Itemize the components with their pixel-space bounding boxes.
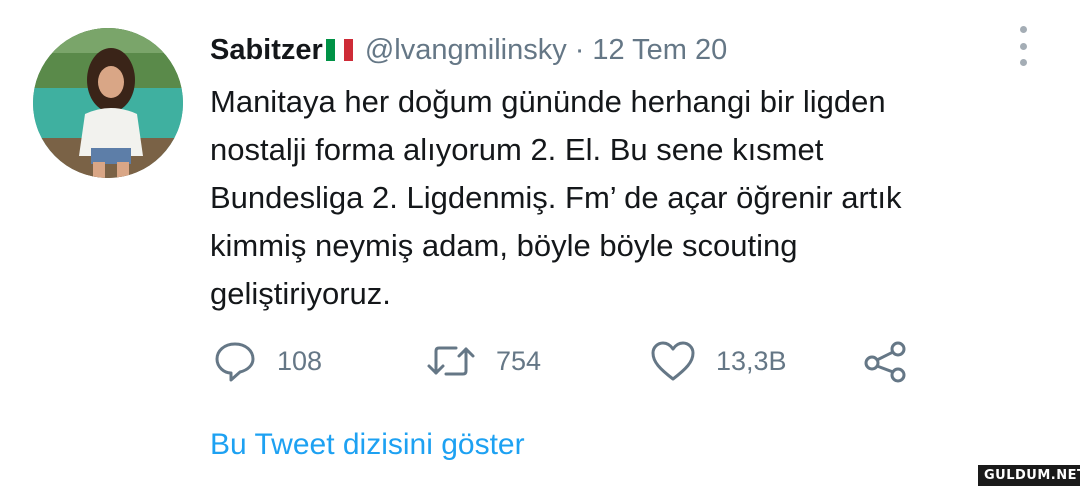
tweet-text-line: kimmiş neymiş adam, böyle böyle scouting	[210, 228, 798, 263]
share-button[interactable]	[862, 336, 908, 386]
share-icon	[864, 341, 906, 383]
tweet-timestamp[interactable]: 12 Tem 20	[592, 34, 727, 67]
show-thread-link[interactable]: Bu Tweet dizisini göster	[210, 428, 525, 462]
like-button[interactable]: 13,3B	[650, 336, 787, 386]
retweet-button[interactable]: 754	[426, 336, 541, 386]
heart-icon	[651, 341, 695, 381]
more-options-icon[interactable]	[1016, 26, 1030, 66]
avatar[interactable]	[33, 28, 183, 178]
flag-stripe-green	[325, 39, 335, 61]
tweet-text-line: Bundesliga 2. Ligdenmiş. Fm’ de açar öğr…	[210, 180, 902, 215]
more-dot	[1019, 26, 1027, 33]
watermark-logo: GULDUM.NET	[978, 465, 1080, 486]
tweet-actions: 108 754 13,3B	[210, 336, 930, 386]
more-dot	[1019, 42, 1027, 50]
author-display-name[interactable]: Sabitzer	[210, 34, 323, 67]
flag-stripe-red	[343, 39, 353, 61]
retweet-count: 754	[496, 345, 542, 376]
like-count: 13,3B	[716, 345, 787, 376]
retweet-icon	[427, 346, 475, 376]
reply-count: 108	[277, 345, 323, 376]
tweet-text-line: Manitaya her doğum gününde herhangi bir …	[210, 84, 886, 119]
more-dot	[1019, 59, 1027, 66]
tweet-text: Manitaya her doğum gününde herhangi bir …	[210, 78, 1030, 318]
author-handle[interactable]: @lvangmilinsky	[365, 34, 567, 67]
tweet-text-line: geliştiriyoruz.	[210, 276, 391, 311]
reply-icon	[215, 342, 255, 382]
header-separator: ·	[574, 33, 585, 66]
tweet-text-line: nostalji forma alıyorum 2. El. Bu sene k…	[210, 132, 824, 167]
flag-stripe-white	[334, 39, 344, 61]
italy-flag-emoji	[325, 39, 353, 61]
tweet-header: Sabitzer @lvangmilinsky · 12 Tem 20	[210, 30, 727, 70]
reply-button[interactable]: 108	[213, 336, 322, 386]
